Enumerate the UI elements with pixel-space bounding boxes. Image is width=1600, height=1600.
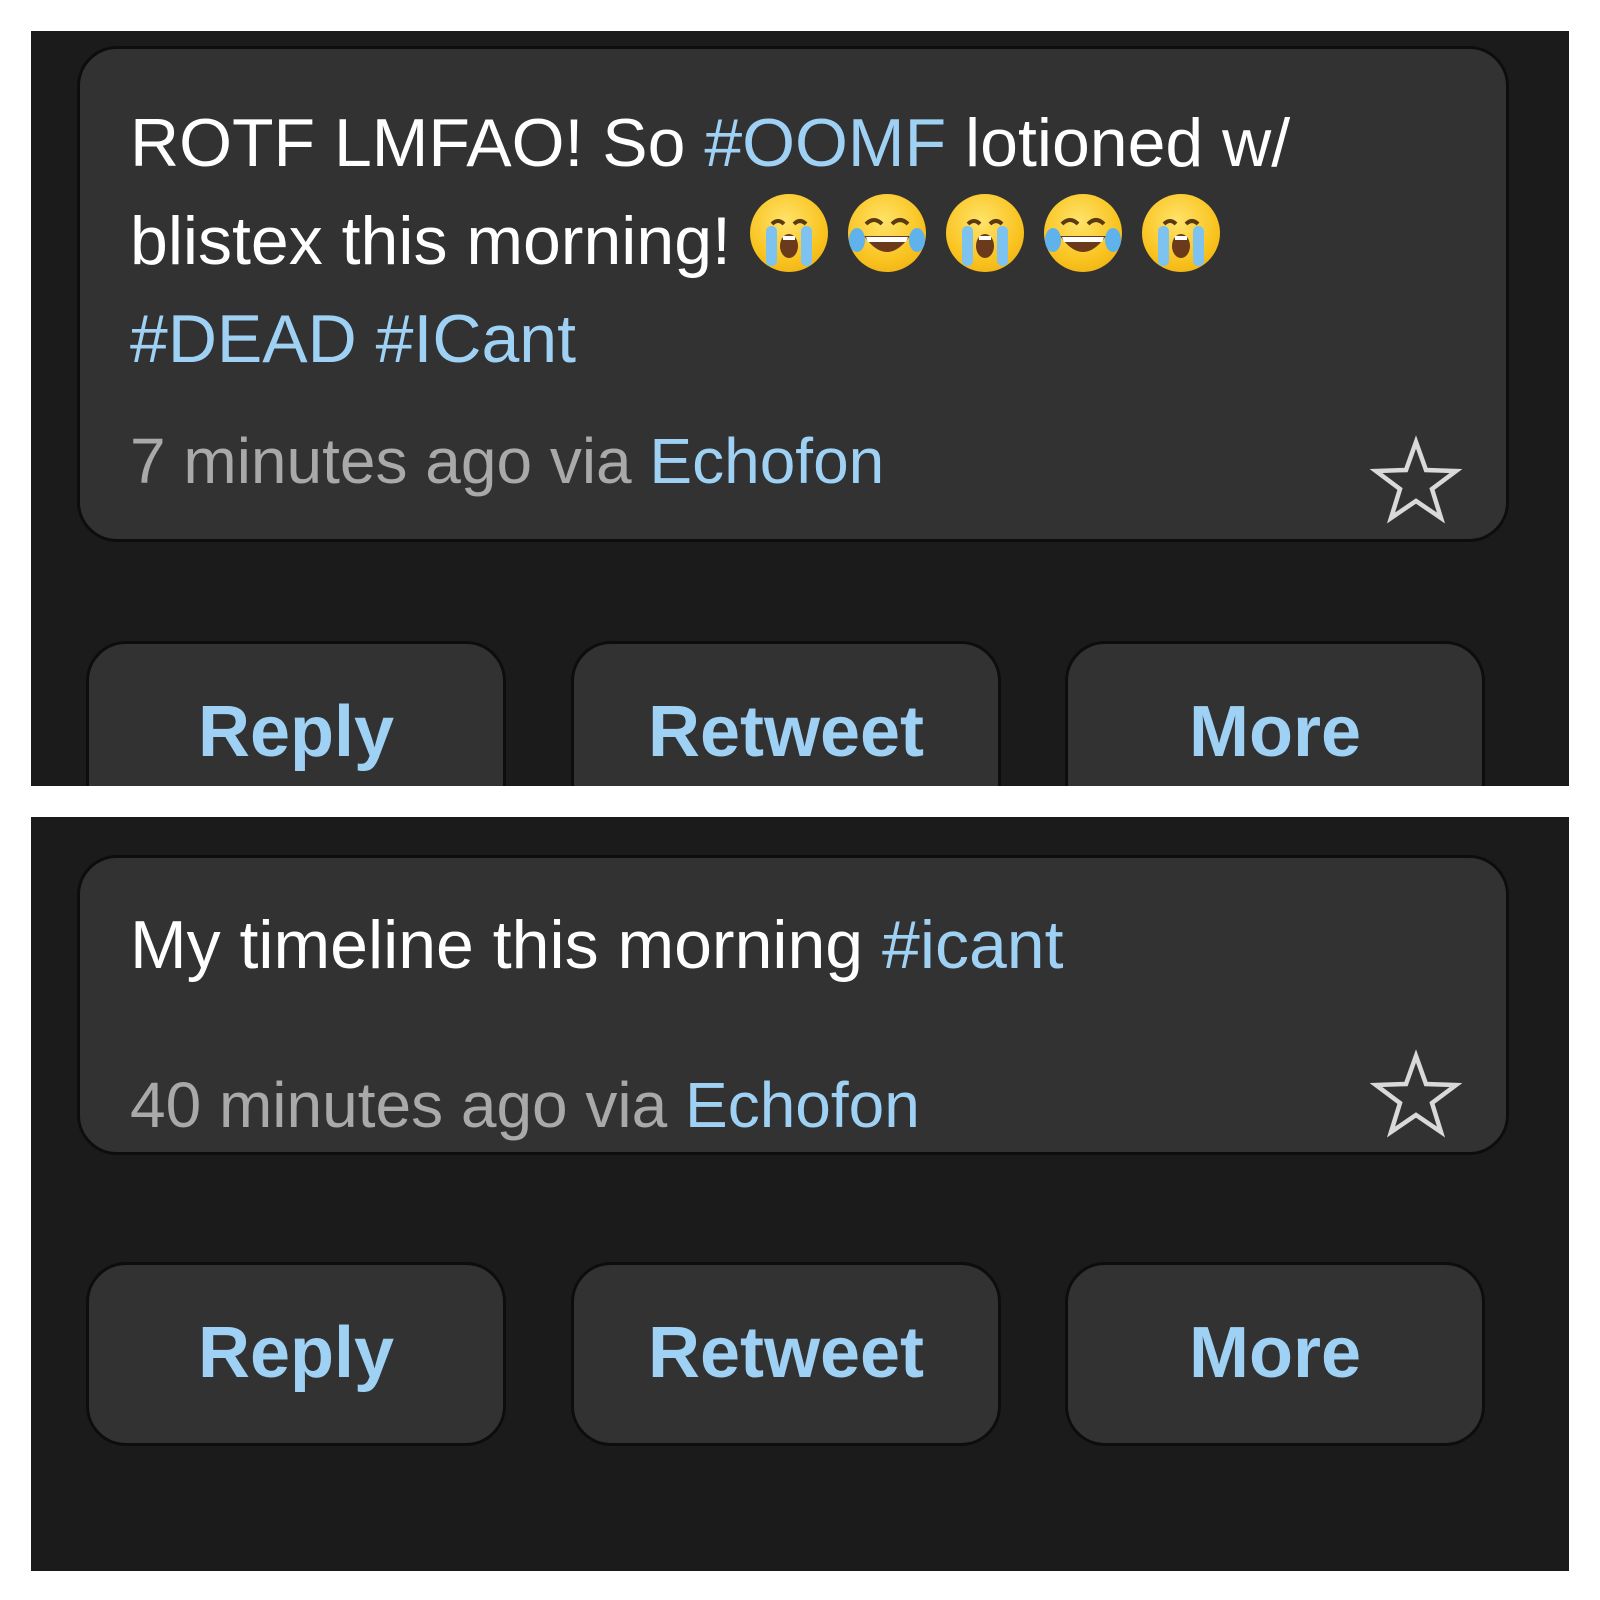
tweet-card: ROTF LMFAO! So #OOMF lotioned w/ blistex… <box>77 46 1509 542</box>
hashtag-link-dead[interactable]: #DEAD <box>130 301 357 377</box>
loudly-crying-face-icon <box>945 194 1024 272</box>
face-with-tears-of-joy-icon <box>847 194 926 272</box>
hashtag-link-icant[interactable]: #ICant <box>376 301 576 377</box>
tweet-text-segment: ROTF LMFAO! So <box>130 105 705 181</box>
tweet-text-segment <box>357 301 376 377</box>
hashtag-link-icant[interactable]: #icant <box>882 907 1063 983</box>
tweet-meta: 7 minutes ago via Echofon <box>130 424 884 498</box>
tweet-card: My timeline this morning #icant 40 minut… <box>77 855 1509 1155</box>
retweet-button[interactable]: Retweet <box>571 1262 1001 1446</box>
tweet-text: My timeline this morning #icant <box>130 896 1446 994</box>
more-button[interactable]: More <box>1065 1262 1485 1446</box>
favorite-button[interactable] <box>1369 434 1463 526</box>
timestamp: 40 minutes ago <box>130 1069 568 1141</box>
favorite-button[interactable] <box>1369 1048 1463 1140</box>
reply-button[interactable]: Reply <box>86 641 506 786</box>
more-button[interactable]: More <box>1065 641 1485 786</box>
timestamp: 7 minutes ago <box>130 425 533 497</box>
via-label: via <box>532 425 650 497</box>
loudly-crying-face-icon <box>749 194 828 272</box>
source-link[interactable]: Echofon <box>649 425 884 497</box>
tweet-text-segment: My timeline this morning <box>130 907 883 983</box>
hashtag-link-oomf[interactable]: #OOMF <box>704 105 946 181</box>
star-icon <box>1369 1049 1463 1138</box>
star-icon <box>1369 435 1463 524</box>
loudly-crying-face-icon <box>1141 194 1220 272</box>
tweet-panel-top: ROTF LMFAO! So #OOMF lotioned w/ blistex… <box>31 31 1569 786</box>
via-label: via <box>567 1069 685 1141</box>
tweet-panel-bottom: My timeline this morning #icant 40 minut… <box>31 817 1569 1571</box>
source-link[interactable]: Echofon <box>685 1069 920 1141</box>
tweet-text: ROTF LMFAO! So #OOMF lotioned w/ blistex… <box>130 94 1446 388</box>
tweet-meta: 40 minutes ago via Echofon <box>130 1068 920 1142</box>
reply-button[interactable]: Reply <box>86 1262 506 1446</box>
retweet-button[interactable]: Retweet <box>571 641 1001 786</box>
face-with-tears-of-joy-icon <box>1043 194 1122 272</box>
